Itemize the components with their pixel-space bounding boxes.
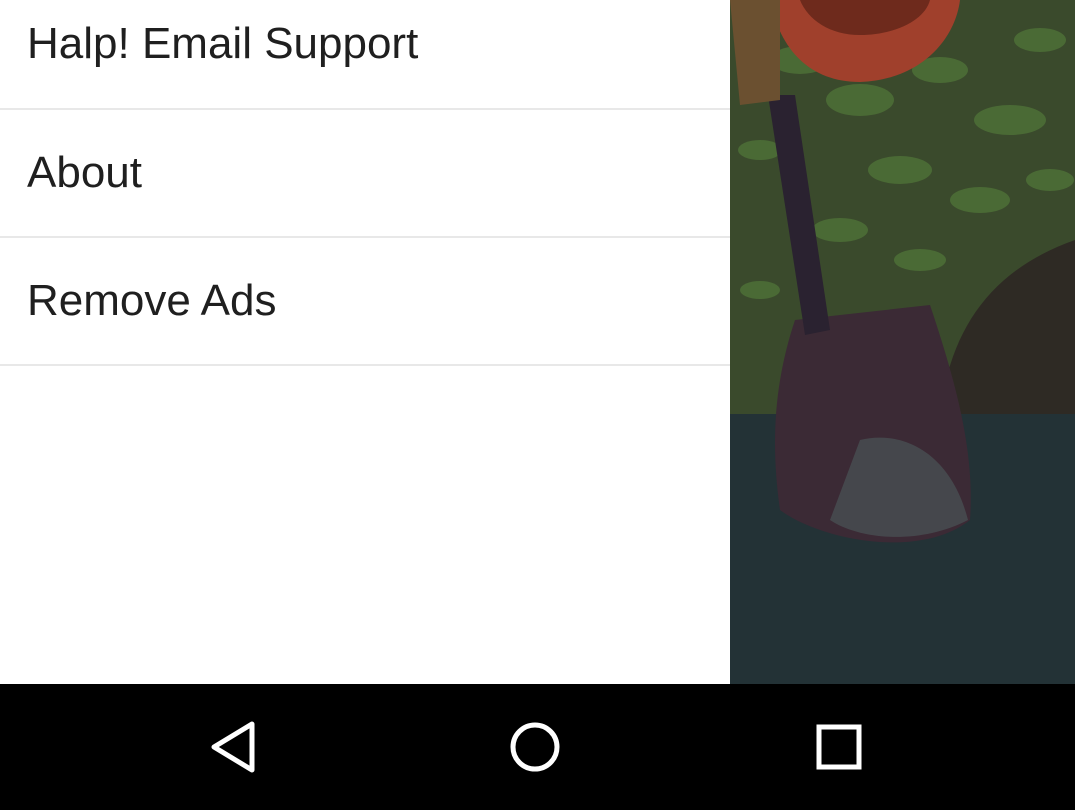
system-navigation-bar bbox=[0, 684, 1075, 810]
menu-item-remove-ads[interactable]: Remove Ads bbox=[0, 238, 730, 366]
back-button[interactable] bbox=[198, 712, 268, 782]
menu-item-email-support[interactable]: Halp! Email Support bbox=[0, 0, 730, 110]
recents-square-icon bbox=[816, 724, 862, 770]
menu-item-about[interactable]: About bbox=[0, 110, 730, 238]
menu-item-label: Halp! Email Support bbox=[27, 19, 419, 68]
home-circle-icon bbox=[510, 722, 560, 772]
menu-item-label: About bbox=[27, 148, 142, 197]
android-screen: loudz Halp! Email Support About Remove A… bbox=[0, 0, 1075, 810]
back-triangle-icon bbox=[211, 721, 255, 773]
home-button[interactable] bbox=[500, 712, 570, 782]
recents-button[interactable] bbox=[804, 712, 874, 782]
menu-item-label: Remove Ads bbox=[27, 276, 277, 325]
navigation-drawer: Halp! Email Support About Remove Ads bbox=[0, 0, 730, 684]
